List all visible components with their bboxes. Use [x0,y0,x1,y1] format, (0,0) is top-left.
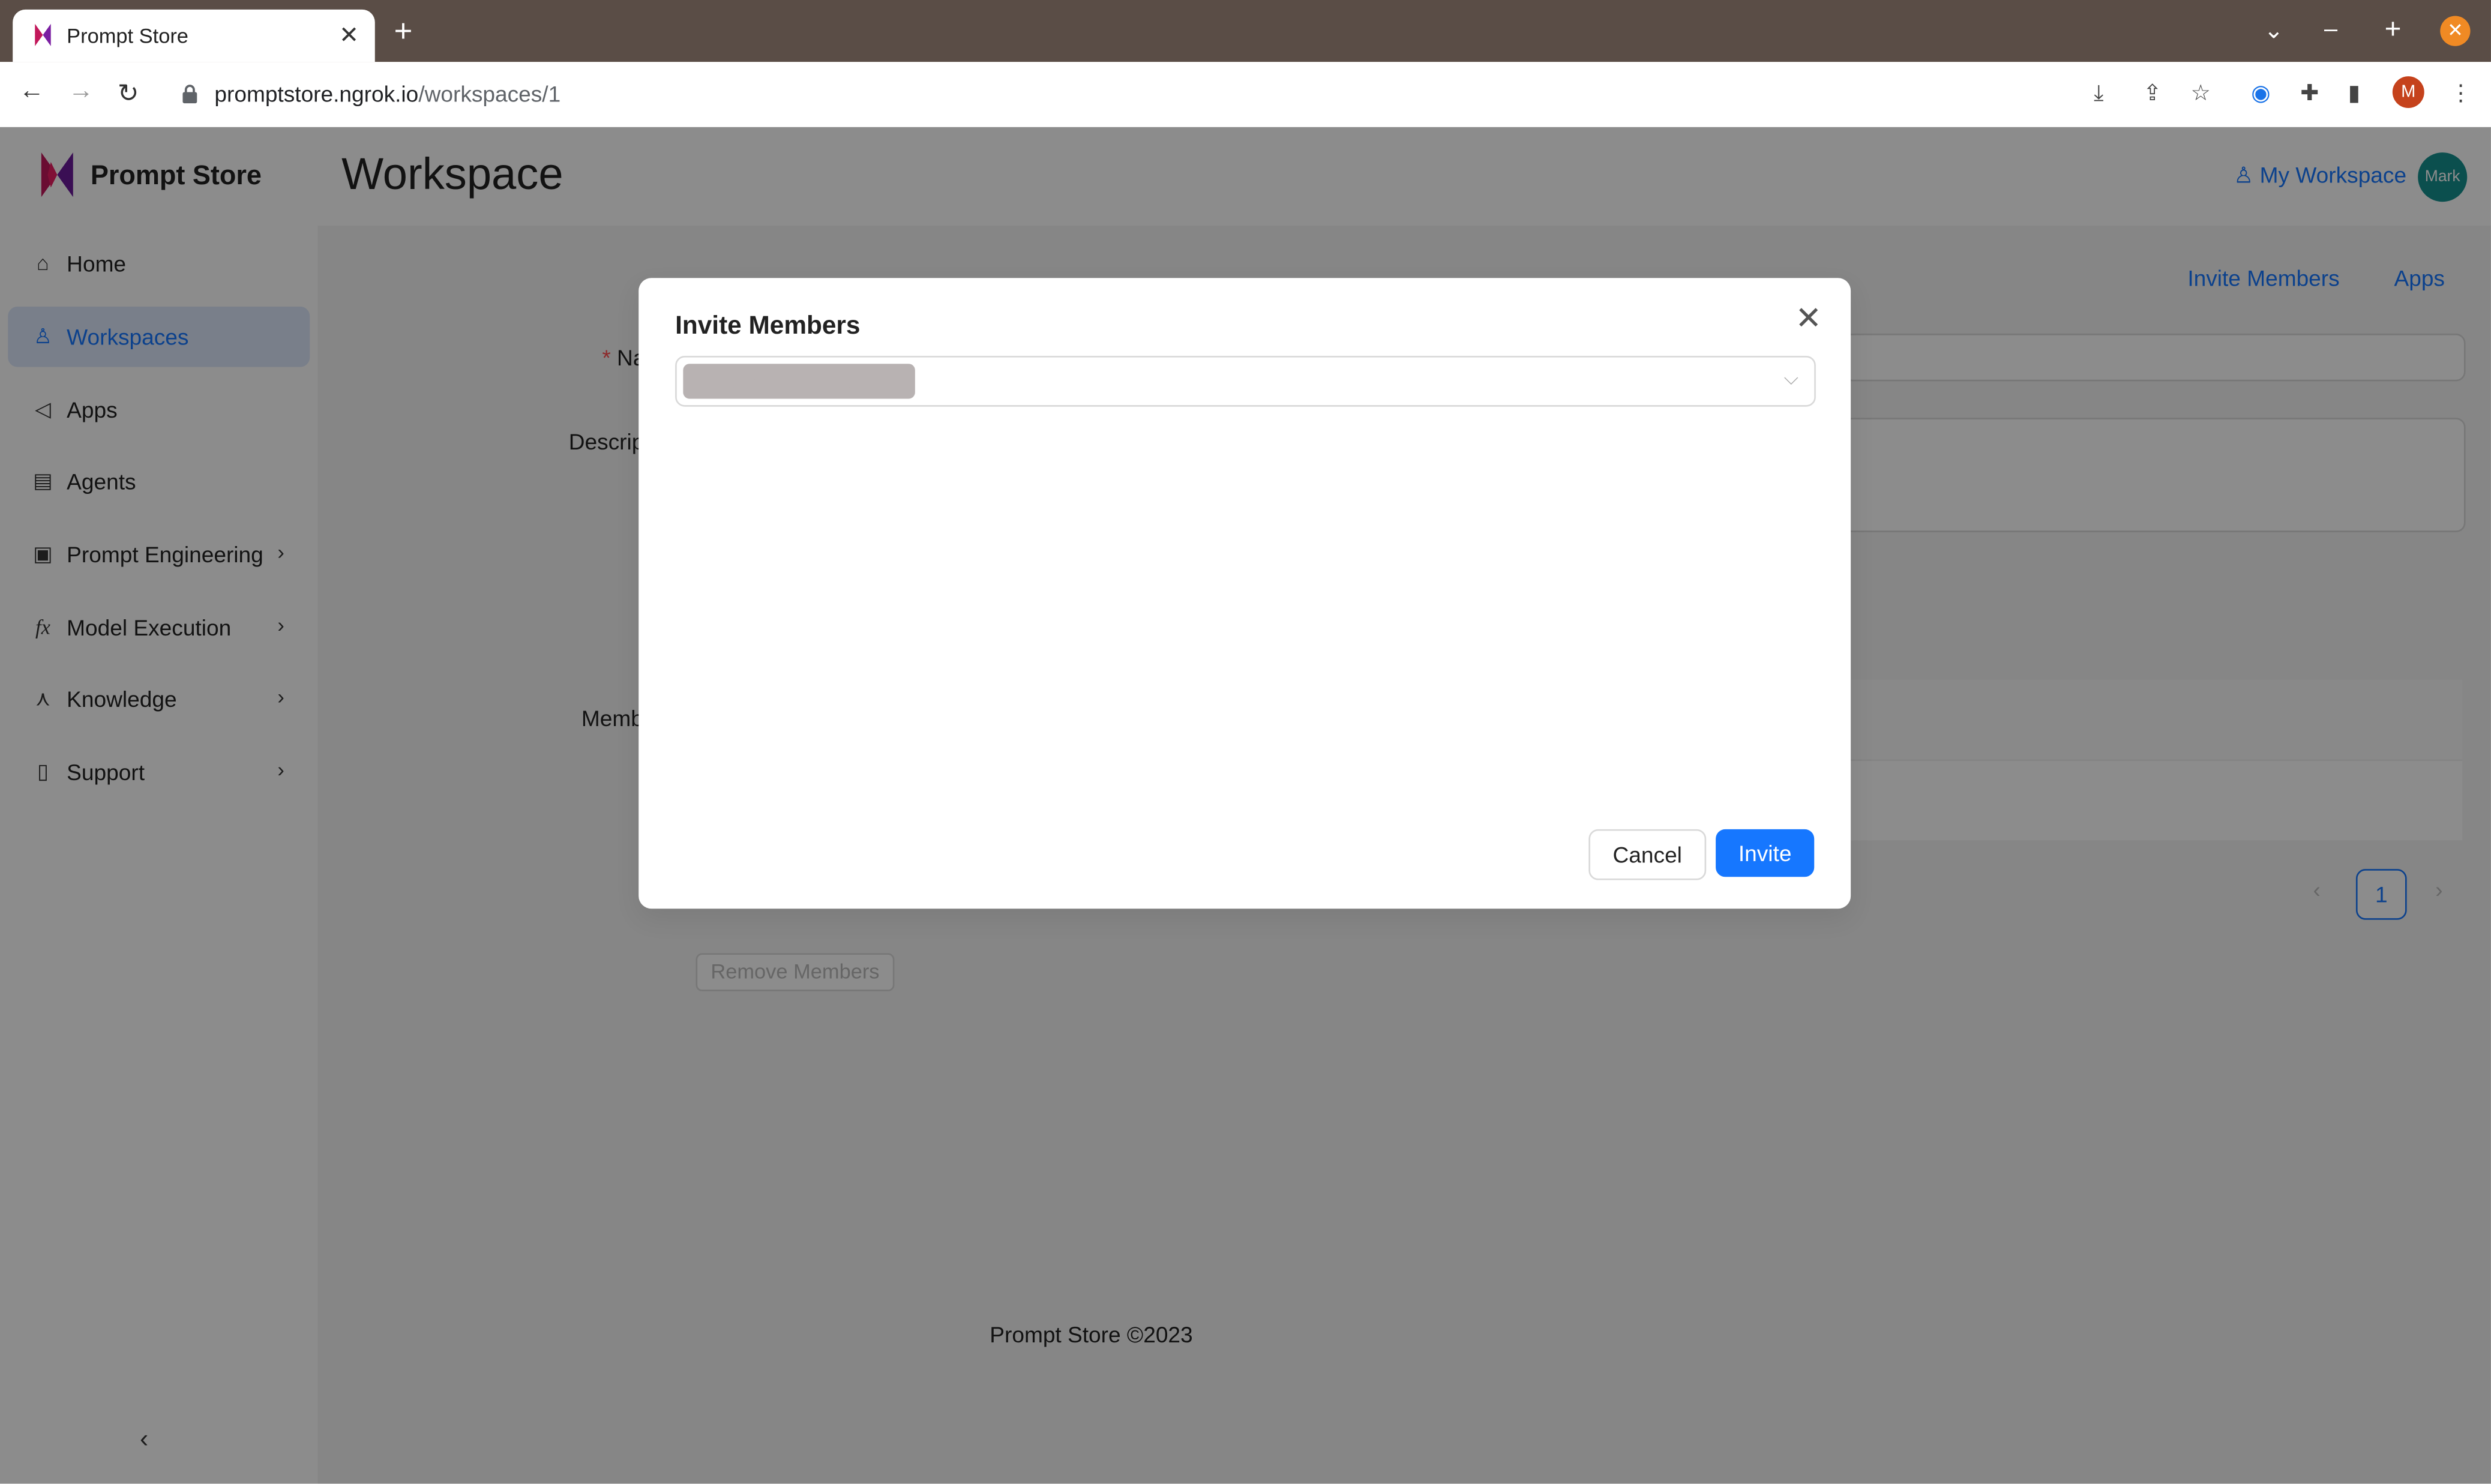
selected-member-tag[interactable]: redacted@email.com [683,364,915,399]
profile-avatar[interactable]: M [2392,76,2424,109]
browser-tab-bar: Prompt Store ✕ + ⌄ – + ✕ [0,0,2491,62]
invite-button[interactable]: Invite [1716,829,1815,877]
reload-icon[interactable]: ↻ [118,78,139,110]
favicon-icon [35,23,51,46]
members-select[interactable]: redacted@email.com ⌵ [675,355,1816,407]
browser-tab[interactable]: Prompt Store ✕ [13,9,375,62]
tab-close-icon[interactable]: ✕ [339,20,359,49]
new-tab-icon[interactable]: + [394,16,413,47]
lock-icon [182,85,197,104]
tab-search-icon[interactable]: ⌄ [2264,16,2283,44]
browser-address-bar: ← → ↻ promptstore.ngrok.io/workspaces/1 … [0,62,2491,129]
close-window-icon[interactable]: ✕ [2440,16,2471,46]
browser-menu-icon[interactable]: ⋮ [2450,79,2472,106]
back-icon[interactable]: ← [19,78,44,107]
install-icon[interactable]: ⤓ [2094,79,2103,106]
maximize-icon[interactable]: + [2385,13,2402,46]
url-host: promptstore.ngrok.io [214,81,419,107]
minimize-icon[interactable]: – [2324,16,2337,43]
modal-title: Invite Members [675,313,861,340]
cancel-button[interactable]: Cancel [1588,829,1707,880]
url-field[interactable]: promptstore.ngrok.io/workspaces/1 [165,70,2072,117]
extensions-icon[interactable]: ✚ [2300,79,2319,106]
forward-icon[interactable]: → [68,78,94,107]
password-manager-icon[interactable]: ◉ [2251,79,2270,106]
share-icon[interactable]: ⇪ [2143,79,2162,106]
side-panel-icon[interactable]: ▮ [2348,79,2360,106]
url-path: /workspaces/1 [418,81,561,107]
chevron-down-icon: ⌵ [1783,367,1798,389]
close-icon[interactable]: ✕ [1795,304,1821,335]
invite-members-modal: Invite Members ✕ redacted@email.com ⌵ Ca… [639,278,1851,909]
bookmark-star-icon[interactable]: ☆ [2191,79,2211,106]
tab-title: Prompt Store [67,23,188,48]
